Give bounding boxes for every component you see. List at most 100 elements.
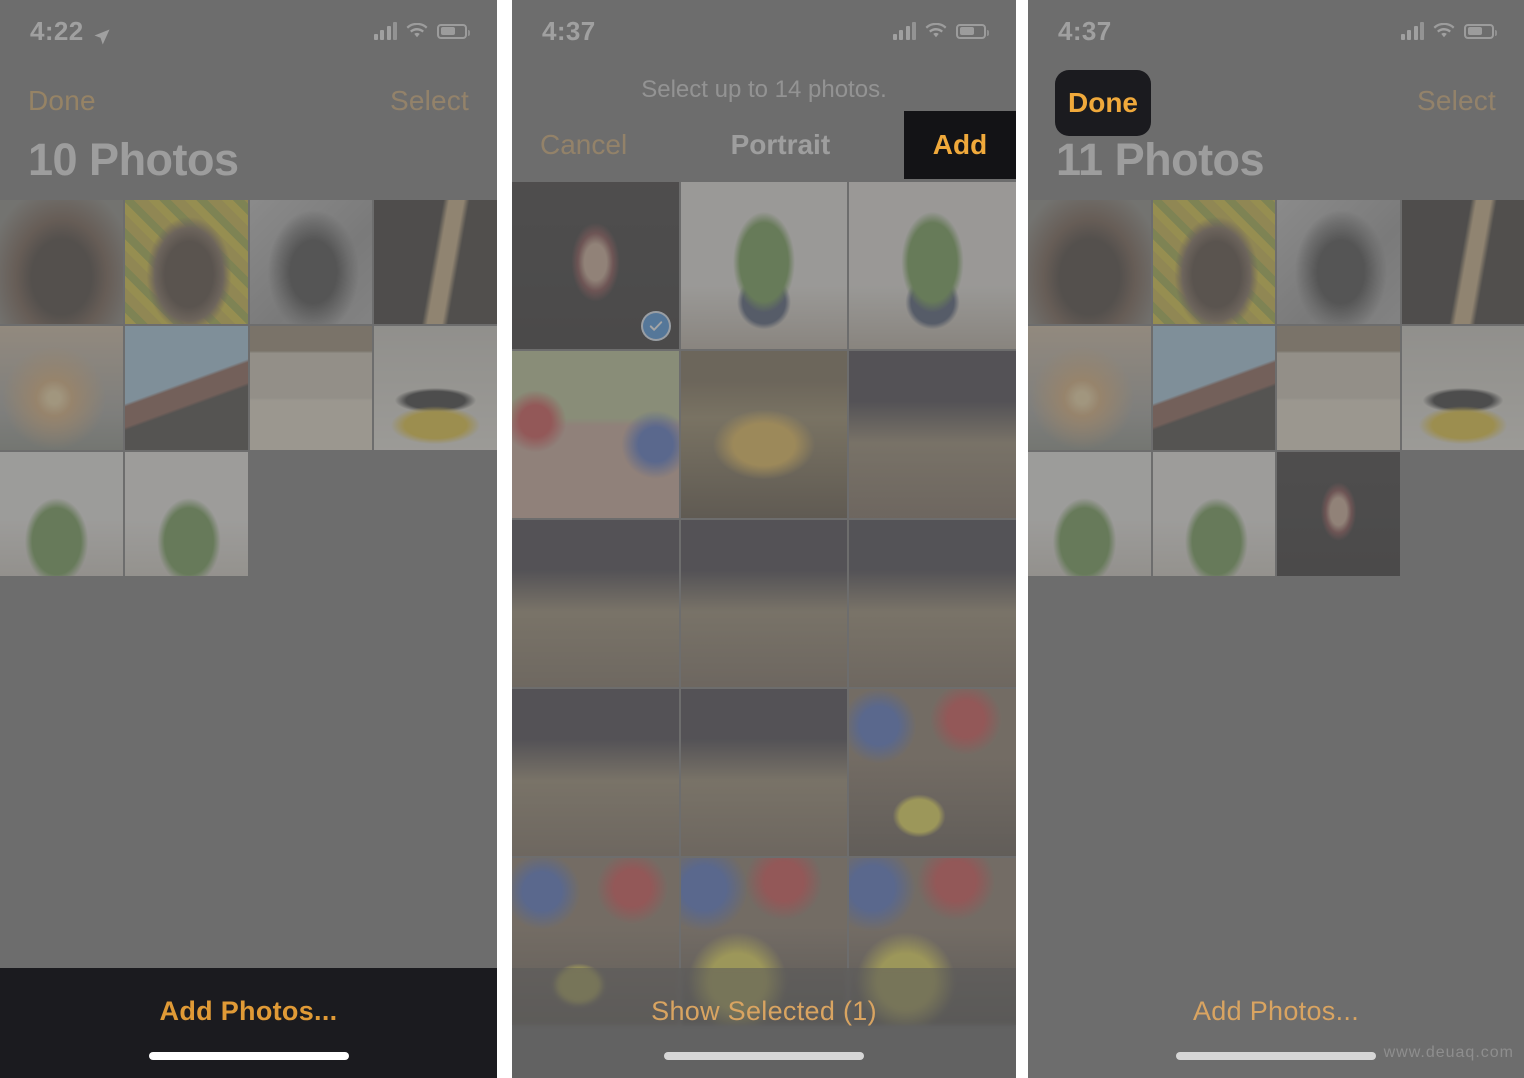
page-title: 10 Photos [28,134,239,185]
phone-screen-library-before: 4:22 Done Select 10 Photos Add Photos... [0,0,497,1078]
done-button-highlight[interactable]: Done [1055,70,1151,136]
phone-screen-library-after: 4:37 Done Select 11 Photos Add Photos...… [1028,0,1524,1078]
photo-thumbnail[interactable] [512,520,679,687]
battery-icon [437,23,470,39]
photo-thumbnail[interactable] [1152,326,1275,450]
add-photos-label: Add Photos... [159,996,338,1026]
photo-grid-3[interactable] [1028,200,1524,576]
hulk-figure-1 [1028,452,1151,576]
status-bar-3: 4:37 [1028,0,1524,62]
add-photos-button[interactable]: Add Photos... [1028,996,1524,1027]
photo-grid-1[interactable] [0,200,497,576]
show-selected-button[interactable]: Show Selected (1) [512,996,1016,1027]
site-watermark: www.deuaq.com [1383,1044,1514,1061]
picker-title: Portrait [730,129,831,160]
panel-divider-2 [1016,0,1028,1078]
page-title: 11 Photos [1056,134,1265,185]
status-left-3: 4:37 [1058,16,1112,47]
photo-thumbnail[interactable] [1152,200,1275,324]
picker-bottom-bar: Show Selected (1) [512,968,1016,1078]
photo-thumbnail[interactable] [1401,326,1524,450]
screenshot-stage: 4:22 Done Select 10 Photos Add Photos... [0,0,1524,1078]
photo-thumbnail[interactable] [1401,200,1524,324]
couple-party [512,351,679,518]
sunset-haze [0,326,123,450]
hand-on-rope [1401,200,1524,324]
photo-thumbnail[interactable] [0,326,123,450]
photo-thumbnail[interactable] [680,182,848,349]
flower-bouquet [1277,326,1400,450]
photo-thumbnail[interactable] [124,200,248,324]
hulk-figure-a [680,182,848,349]
panel-divider-1 [497,0,512,1078]
hand-on-rope [374,200,497,324]
nav-bar-1: Done Select [0,62,497,140]
woman-dark-portrait [1277,452,1400,576]
photo-thumbnail[interactable] [680,351,848,518]
wifi-icon [925,22,947,40]
photo-thumbnail[interactable] [1277,452,1400,576]
boy-party-hat-5 [512,689,679,856]
boy-party-hat-1 [849,351,1016,518]
photo-thumbnail[interactable] [374,326,497,450]
photo-thumbnail[interactable] [512,182,679,349]
photo-thumbnail[interactable] [849,351,1016,518]
photo-thumbnail[interactable] [849,689,1016,856]
cellular-signal-icon [892,22,916,40]
status-time: 4:37 [1058,15,1112,46]
hulk-figure-2 [124,452,248,576]
status-right-2 [892,22,989,40]
photo-grid-picker[interactable] [512,182,1016,1025]
wifi-icon [1433,22,1455,40]
photo-thumbnail[interactable] [680,520,848,687]
man-bw-portrait [1277,200,1400,324]
selected-check-icon[interactable] [640,311,671,341]
status-time: 4:22 [30,15,84,46]
number-one-cake [374,326,497,450]
sunset-haze [1028,326,1151,450]
photo-thumbnail[interactable] [1028,452,1151,576]
man-bw-portrait [249,200,373,324]
photo-thumbnail[interactable] [124,326,248,450]
boy-party-hat-2 [512,520,679,687]
photo-thumbnail[interactable] [0,452,123,576]
photo-thumbnail[interactable] [1277,326,1400,450]
photo-thumbnail[interactable] [249,200,373,324]
phone-screen-photo-picker: 4:37 Select up to 14 photos. Cancel Port… [512,0,1016,1078]
done-button[interactable]: Done [28,85,96,117]
empty-grid-slot [249,452,373,576]
hulk-figure-2 [1152,452,1275,576]
add-button-highlight[interactable]: Add [904,111,1016,179]
photo-thumbnail[interactable] [1028,200,1151,324]
man-yellow-wall [124,200,248,324]
man-yellow-wall [1152,200,1275,324]
cellular-signal-icon [373,22,397,40]
photo-thumbnail[interactable] [0,200,123,324]
done-button-label: Done [1068,87,1138,118]
man-with-sunglasses [0,200,123,324]
photo-thumbnail[interactable] [124,452,248,576]
select-button[interactable]: Select [1417,85,1496,117]
home-indicator [1176,1052,1376,1060]
select-button[interactable]: Select [390,85,469,117]
photo-thumbnail[interactable] [680,689,848,856]
photo-thumbnail[interactable] [1028,326,1151,450]
photo-thumbnail[interactable] [512,689,679,856]
boy-party-hat-3 [680,520,848,687]
wifi-icon [406,22,428,40]
photo-thumbnail[interactable] [1152,452,1275,576]
photo-thumbnail[interactable] [512,351,679,518]
boy-party-cake-7 [849,689,1016,856]
add-photos-button-highlight[interactable]: Add Photos... [0,968,497,1078]
battery-icon [1464,23,1497,39]
photo-thumbnail[interactable] [374,200,497,324]
status-right-3 [1400,22,1497,40]
status-left-1: 4:22 [30,16,111,47]
cancel-button[interactable]: Cancel [540,129,627,161]
photo-thumbnail[interactable] [849,182,1016,349]
photo-thumbnail[interactable] [1277,200,1400,324]
photo-thumbnail[interactable] [249,326,373,450]
boy-party-hat-4 [849,520,1016,687]
photo-thumbnail[interactable] [849,520,1016,687]
empty-grid-slot [374,452,497,576]
